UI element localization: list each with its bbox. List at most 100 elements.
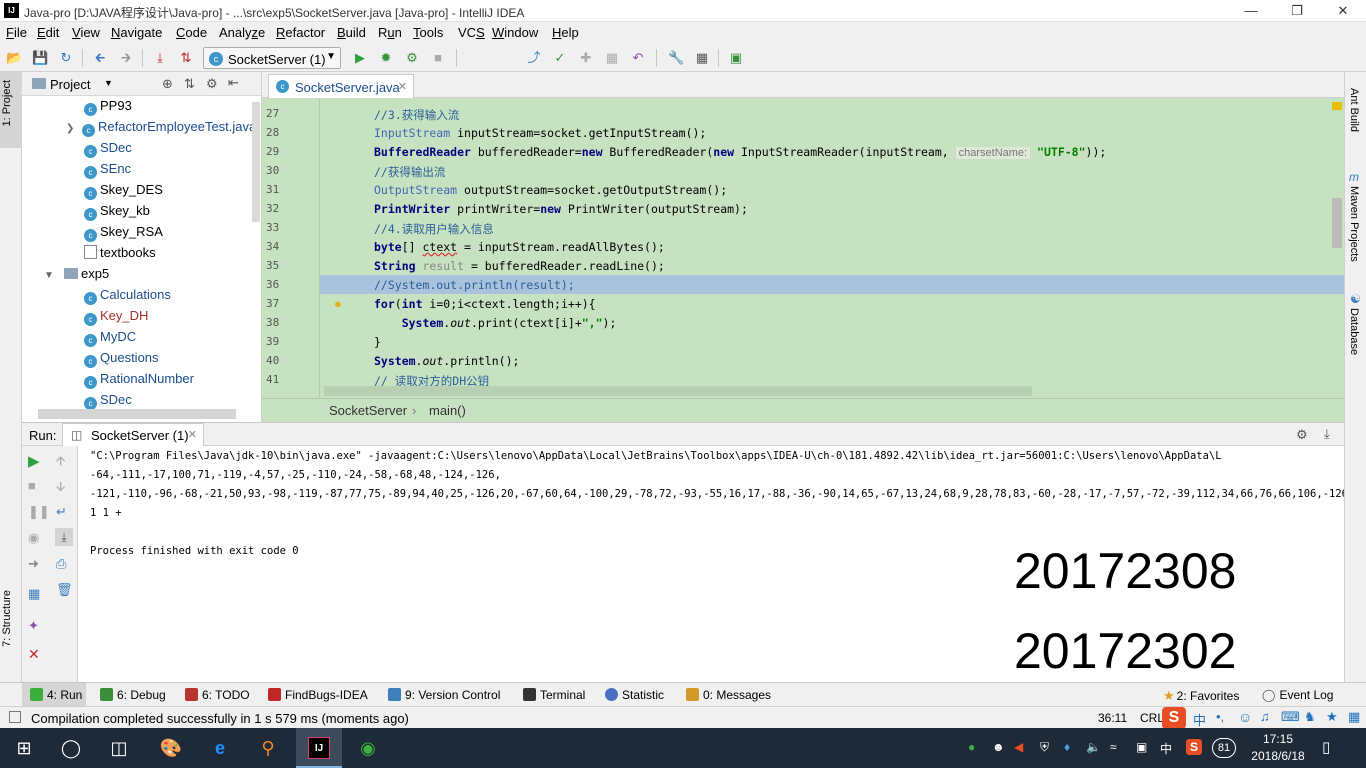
vcs-commit-icon[interactable]: ✓: [552, 50, 568, 66]
tab-version-control[interactable]: 9: Version Control: [388, 688, 500, 702]
tree-item-key-dh[interactable]: c Key_DH: [84, 308, 148, 329]
tree-item-senc[interactable]: c SEnc: [84, 161, 131, 182]
layout-icon[interactable]: ▦: [28, 586, 40, 602]
wifi-icon[interactable]: ≈: [1110, 740, 1117, 754]
code-line-35[interactable]: String result = bufferedReader.readLine(…: [374, 259, 665, 273]
tree-item-skey-des[interactable]: c Skey_DES: [84, 182, 163, 203]
tree-item-questions[interactable]: c Questions: [84, 350, 159, 371]
tree-item-textbooks[interactable]: textbooks: [84, 245, 156, 266]
chevron-right-icon[interactable]: ❯: [66, 123, 82, 134]
exit-icon[interactable]: ➜: [28, 556, 39, 572]
menu-code[interactable]: Code: [176, 25, 207, 40]
tree-item-skey-rsa[interactable]: c Skey_RSA: [84, 224, 163, 245]
code-line-38[interactable]: System.out.print(ctext[i]+",");: [374, 316, 617, 330]
tab-project[interactable]: 1: Project: [1, 80, 13, 126]
open-folder-icon[interactable]: 📂: [6, 50, 22, 66]
scroll-to-end-icon[interactable]: ⤓: [55, 528, 73, 546]
tab-socketserver-java[interactable]: c SocketServer.java ✕: [268, 74, 414, 98]
console-output[interactable]: "C:\Program Files\Java\jdk-10\bin\java.e…: [78, 446, 1344, 682]
menu-run[interactable]: Run: [378, 25, 402, 40]
vertical-scrollbar[interactable]: [252, 102, 260, 222]
windows-start-icon[interactable]: ⊞: [12, 736, 36, 760]
panel-toggle-icon[interactable]: [9, 711, 21, 723]
revert-icon[interactable]: ↶: [630, 50, 646, 66]
code-line-28[interactable]: InputStream inputStream=socket.getInputS…: [374, 126, 706, 140]
minimize-button[interactable]: —: [1228, 0, 1274, 22]
tree-item-pp93[interactable]: c PP93: [84, 98, 132, 119]
up-icon[interactable]: 🡩: [56, 452, 65, 474]
build-download-icon[interactable]: ⤓: [152, 50, 168, 66]
taskbar-intellij-active[interactable]: IJ: [296, 728, 342, 768]
tab-database[interactable]: Database: [1348, 308, 1360, 355]
hide-icon[interactable]: ⇤: [228, 75, 239, 91]
back-icon[interactable]: 🡰: [92, 50, 108, 66]
print-icon[interactable]: ⎙: [56, 556, 66, 572]
editor-vertical-scrollbar[interactable]: [1332, 198, 1342, 248]
caret-position[interactable]: 36:11: [1098, 711, 1127, 725]
menu-vcs[interactable]: VCS: [458, 25, 485, 40]
run-icon[interactable]: ▶: [352, 50, 368, 66]
tree-item-calculations[interactable]: c Calculations: [84, 287, 171, 308]
stop-icon[interactable]: ■: [430, 50, 446, 66]
tray-green-icon[interactable]: ●: [968, 740, 975, 754]
sdk-icon[interactable]: ▣: [728, 50, 744, 66]
rerun-icon[interactable]: ▶: [28, 452, 40, 470]
tools-icon[interactable]: ★: [1326, 709, 1338, 725]
breadcrumb-class[interactable]: SocketServer: [329, 403, 407, 418]
chevron-down-icon[interactable]: ▼: [104, 78, 113, 88]
project-structure-icon[interactable]: ▦: [694, 50, 710, 66]
run-configuration-select[interactable]: c SocketServer (1) ▼: [203, 47, 341, 69]
gear-icon[interactable]: ⚙: [206, 76, 218, 92]
keyboard-icon[interactable]: ⌨: [1281, 709, 1300, 725]
tab-run[interactable]: 4: Run: [30, 688, 82, 702]
menu-tools[interactable]: Tools: [413, 25, 443, 40]
speaker-tray-icon[interactable]: ◀: [1014, 740, 1023, 754]
tab-findbugs[interactable]: FindBugs-IDEA: [268, 688, 368, 702]
search-app-icon[interactable]: ⚲: [256, 736, 280, 760]
pin-icon[interactable]: ✦: [28, 618, 39, 634]
down-icon[interactable]: 🡫: [56, 478, 65, 500]
run-tab-socketserver[interactable]: ◫ SocketServer (1) ✕: [62, 423, 204, 446]
sync-icon[interactable]: ↻: [58, 50, 74, 66]
menu-window[interactable]: Window: [492, 25, 538, 40]
search-icon[interactable]: ◯: [59, 736, 83, 760]
warning-marker[interactable]: [1332, 102, 1342, 110]
emoji-icon[interactable]: ☺: [1238, 709, 1252, 725]
tab-maven-projects[interactable]: Maven Projects: [1348, 186, 1360, 262]
network-icon[interactable]: ▣: [1136, 740, 1147, 754]
shield-icon[interactable]: ⛨: [1040, 740, 1049, 755]
tab-favorites[interactable]: ★ 2: Favorites: [1163, 688, 1239, 704]
vcs-compare-icon[interactable]: ✚: [578, 50, 594, 66]
tree-item-skey-kb[interactable]: c Skey_kb: [84, 203, 150, 224]
tree-item-mydc[interactable]: c MyDC: [84, 329, 136, 350]
tab-event-log[interactable]: ◯ Event Log: [1262, 688, 1333, 702]
vcs-history-icon[interactable]: ▦: [604, 50, 620, 66]
paint-app-icon[interactable]: 🎨: [159, 736, 183, 760]
sort-icon[interactable]: ⇅: [178, 50, 194, 66]
soft-wrap-icon[interactable]: ↵: [56, 504, 67, 520]
code-line-37[interactable]: for(int i=0;i<ctext.length;i++){: [374, 297, 596, 311]
project-panel-title[interactable]: Project: [50, 77, 90, 92]
code-line-40[interactable]: System.out.println();: [374, 354, 519, 368]
sogou-tray-icon[interactable]: S: [1186, 739, 1202, 755]
line-separator[interactable]: CRL: [1140, 711, 1164, 725]
restore-button[interactable]: ❐: [1274, 0, 1320, 22]
more-icon[interactable]: ▦: [1348, 709, 1360, 725]
code-line-34[interactable]: byte[] ctext = inputStream.readAllBytes(…: [374, 240, 665, 254]
360-browser-icon[interactable]: ◉: [356, 736, 380, 760]
menu-edit[interactable]: Edit: [37, 25, 59, 40]
tree-item-refactor[interactable]: ❯ c RefactorEmployeeTest.java: [66, 119, 256, 140]
save-icon[interactable]: 💾: [32, 50, 48, 66]
code-line-27[interactable]: //3.获得输入流: [374, 107, 459, 123]
sogou-ime-icon[interactable]: S: [1162, 707, 1186, 729]
skin-icon[interactable]: ♞: [1304, 709, 1316, 725]
code-line-29[interactable]: BufferedReader bufferedReader=new Buffer…: [374, 145, 1106, 159]
code-line-39[interactable]: }: [374, 335, 381, 349]
punctuation-icon[interactable]: •,: [1216, 709, 1224, 724]
menu-file[interactable]: File: [6, 25, 27, 40]
tree-item-exp5[interactable]: ▼ exp5: [44, 266, 109, 287]
tab-ant-build[interactable]: Ant Build: [1348, 88, 1360, 132]
close-window-button[interactable]: ✕: [1320, 0, 1366, 22]
coverage-icon[interactable]: ⚙: [404, 50, 420, 66]
tree-item-sdec[interactable]: c SDec: [84, 140, 132, 161]
